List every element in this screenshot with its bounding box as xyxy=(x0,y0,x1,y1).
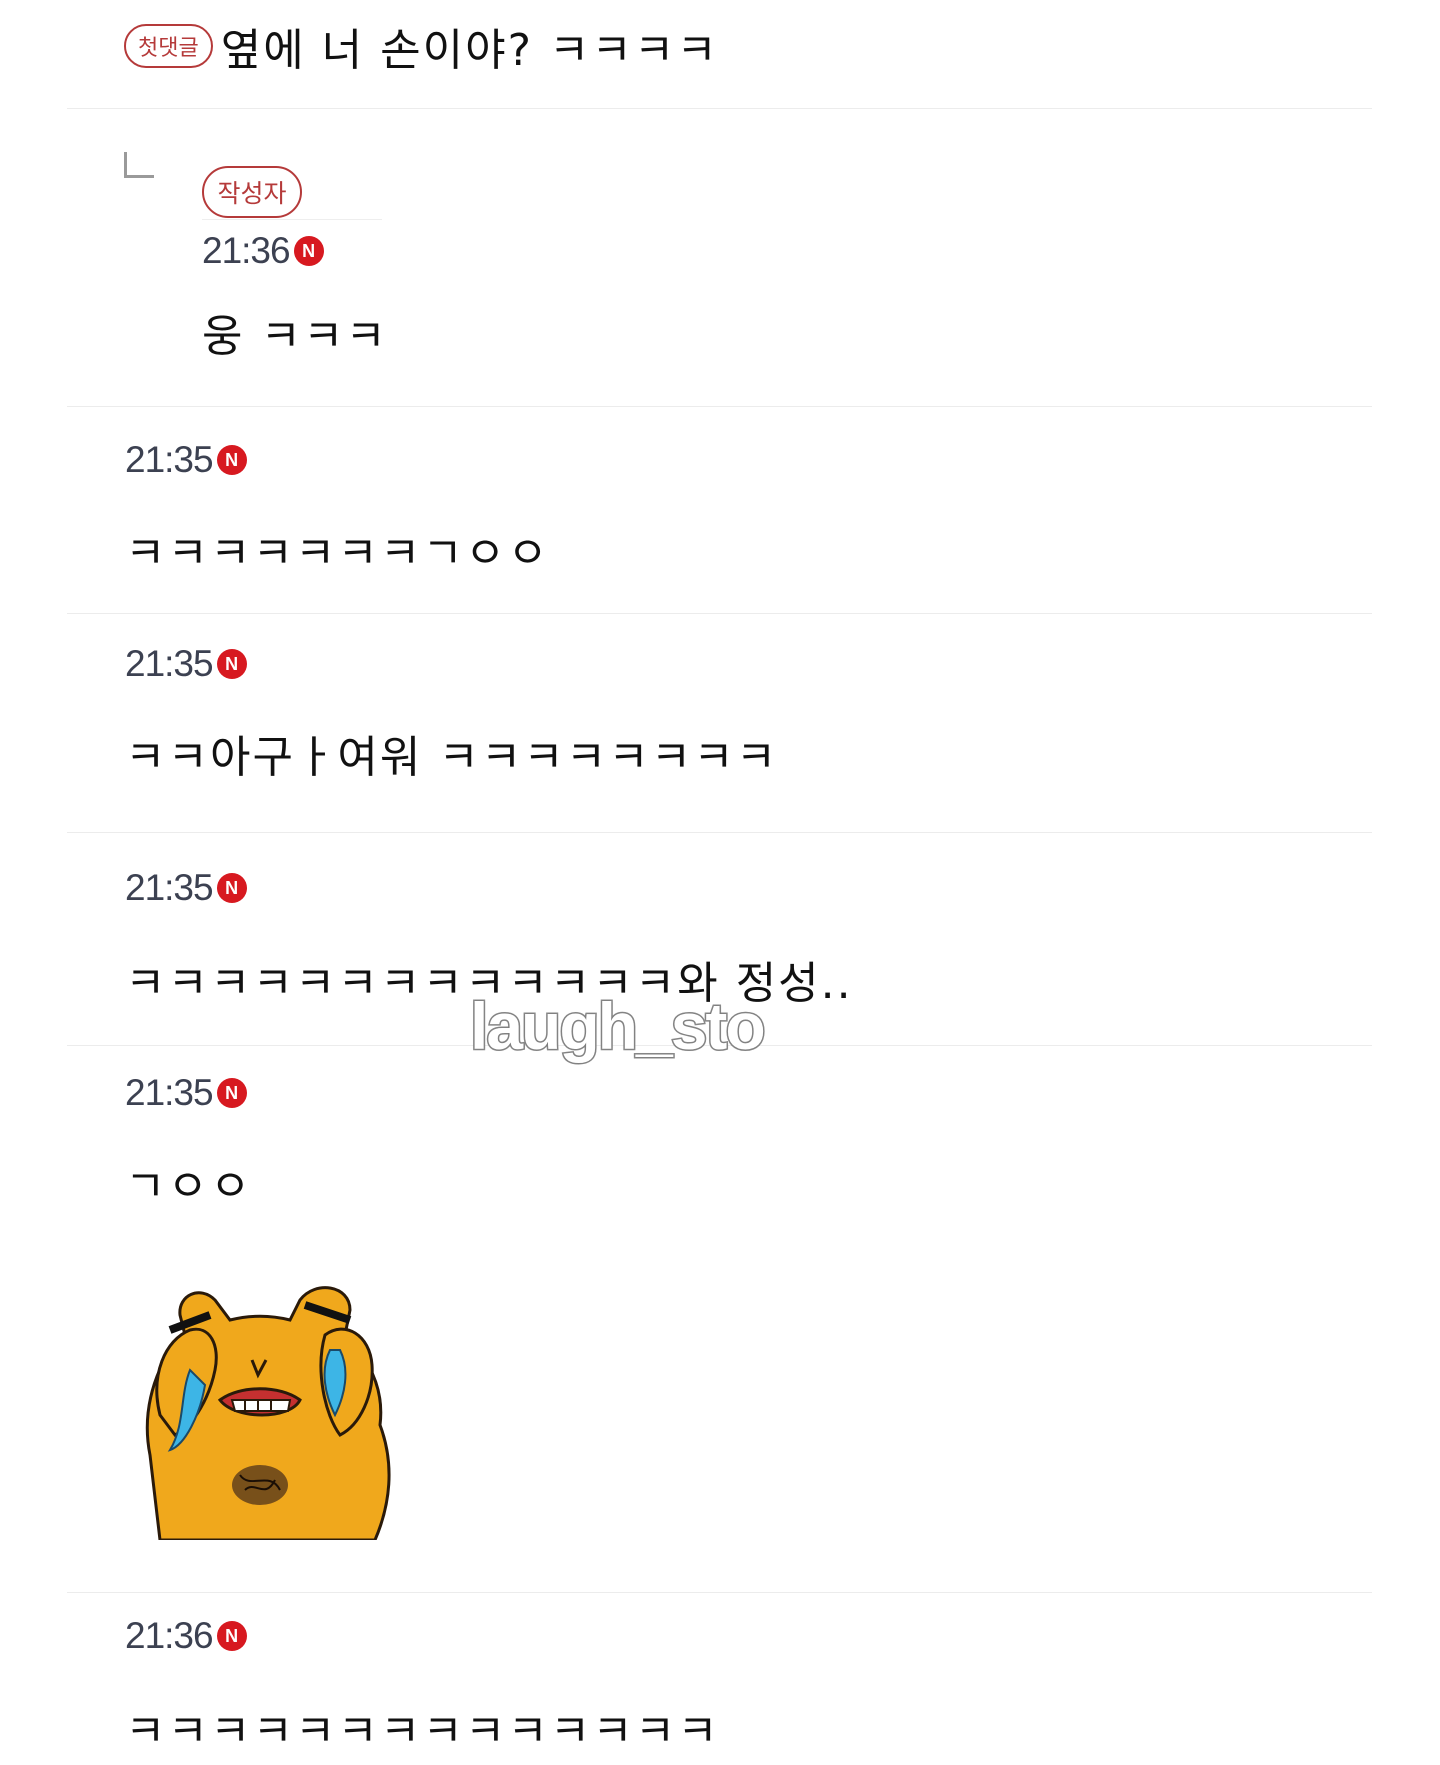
comment-time: 21:35 xyxy=(125,643,214,684)
comment-time: 21:35 xyxy=(125,1072,214,1113)
author-badge-row: 작성자 xyxy=(202,166,388,218)
comment-item: 21:35 N ㄱㅇㅇ xyxy=(125,1070,252,1214)
reply-comment: 작성자 21:36 N 웅 ㅋㅋㅋ xyxy=(202,166,388,364)
comment-text[interactable]: ㅋㅋㅋㅋㅋㅋㅋㅋㅋㅋㅋㅋㅋㅋ xyxy=(125,1695,720,1759)
comment-meta: 21:35 N xyxy=(125,437,550,483)
new-badge-icon: N xyxy=(216,649,247,679)
divider xyxy=(67,406,1372,407)
comment-text[interactable]: ㅋㅋㅋㅋㅋㅋㅋㄱㅇㅇ xyxy=(125,517,550,581)
new-badge-icon: N xyxy=(216,873,247,903)
comment-meta: 21:36 N xyxy=(202,228,388,274)
comment-text[interactable]: 웅 ㅋㅋㅋ xyxy=(202,300,388,364)
crying-bear-sticker[interactable] xyxy=(140,1275,400,1540)
comment-text[interactable]: ㄱㅇㅇ xyxy=(125,1150,252,1214)
divider xyxy=(67,1592,1372,1593)
comment-meta: 21:35 N xyxy=(125,865,853,911)
new-badge-icon: N xyxy=(216,1078,247,1108)
comment-item: 21:35 N ㅋㅋㅋㅋㅋㅋㅋㄱㅇㅇ xyxy=(125,437,550,581)
comment-time: 21:35 xyxy=(125,867,214,908)
comment-meta: 21:36 N xyxy=(125,1613,720,1659)
divider xyxy=(67,613,1372,614)
author-badge: 작성자 xyxy=(202,166,302,218)
watermark-text: laugh_sto xyxy=(469,988,768,1065)
reply-arrow-icon xyxy=(124,152,154,178)
first-comment: 첫댓글 옆에 너 손이야? ㅋㅋㅋㅋ xyxy=(124,14,719,78)
divider xyxy=(67,108,1372,109)
comment-meta: 21:35 N xyxy=(125,641,778,687)
comment-item: 21:35 N ㅋㅋ아구ㅏ여워 ㅋㅋㅋㅋㅋㅋㅋㅋ xyxy=(125,641,778,785)
new-badge-icon: N xyxy=(293,236,324,266)
new-badge-icon: N xyxy=(216,1621,247,1651)
divider xyxy=(202,219,382,220)
comment-time: 21:35 xyxy=(125,439,214,480)
comment-meta: 21:35 N xyxy=(125,1070,252,1116)
comment-time: 21:36 xyxy=(125,1615,214,1656)
comment-time: 21:36 xyxy=(202,230,291,271)
divider xyxy=(67,832,1372,833)
comment-text[interactable]: ㅋㅋ아구ㅏ여워 ㅋㅋㅋㅋㅋㅋㅋㅋ xyxy=(125,721,778,785)
comment-thread: 첫댓글 옆에 너 손이야? ㅋㅋㅋㅋ 작성자 21:36 N 웅 ㅋㅋㅋ 21:… xyxy=(0,0,1440,1765)
new-badge-icon: N xyxy=(216,445,247,475)
comment-text[interactable]: 옆에 너 손이야? ㅋㅋㅋㅋ xyxy=(221,14,719,78)
first-comment-badge: 첫댓글 xyxy=(124,24,213,68)
comment-item: 21:36 N ㅋㅋㅋㅋㅋㅋㅋㅋㅋㅋㅋㅋㅋㅋ xyxy=(125,1613,720,1759)
